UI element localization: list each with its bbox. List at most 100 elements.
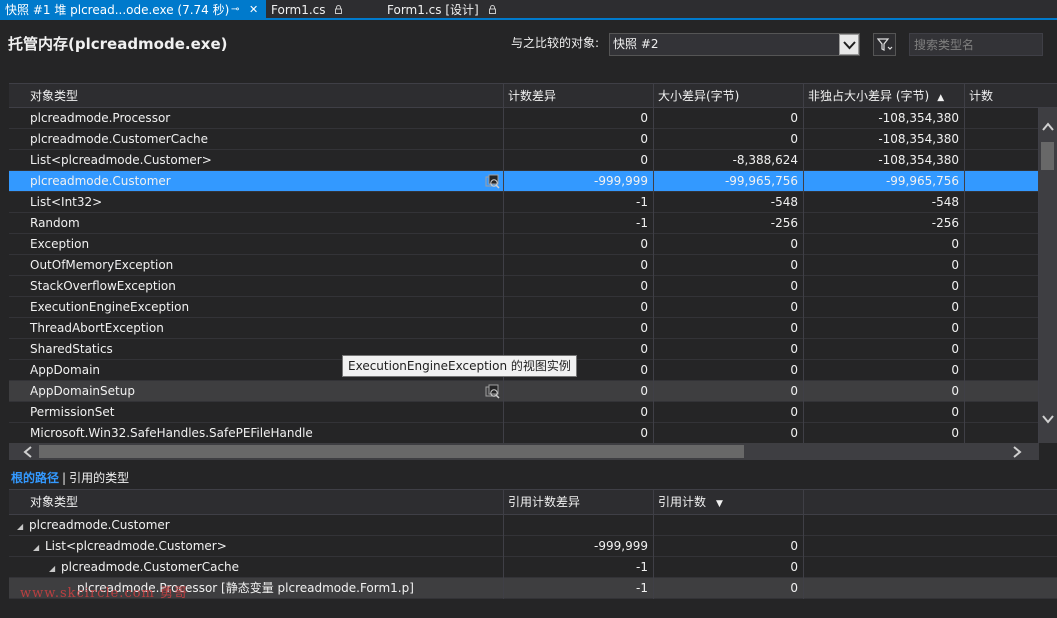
tab-separator: | [62, 471, 67, 485]
tree-row[interactable]: ◢ List<plcreadmode.Customer> -999,999 0 [9, 536, 1057, 557]
tab-form1-cs[interactable]: Form1.cs [266, 0, 382, 20]
tab-paths-to-root[interactable]: 根的路径 [11, 471, 59, 485]
table-row[interactable]: StackOverflowException 0 0 0 [9, 276, 1039, 297]
tree-row[interactable]: ◢ plcreadmode.Customer [9, 515, 1057, 536]
count-diff-cell: 0 [504, 297, 654, 318]
object-type-cell: ◢ plcreadmode.CustomerCache [9, 557, 504, 578]
count-cell [965, 402, 1039, 423]
close-icon[interactable]: ✕ [249, 0, 258, 20]
size-diff-cell: 0 [654, 360, 804, 381]
count-diff-cell: 0 [504, 150, 654, 171]
column-header-size-diff[interactable]: 大小差异(字节) [654, 84, 804, 108]
table-row[interactable]: Exception 0 0 0 [9, 234, 1039, 255]
count-diff-cell: 0 [504, 381, 654, 402]
expand-collapse-icon[interactable]: ◢ [17, 516, 29, 537]
column-header-object-type[interactable]: 对象类型 [9, 84, 504, 108]
tree-row[interactable]: ◢ plcreadmode.CustomerCache -1 0 [9, 557, 1057, 578]
table-row[interactable]: ThreadAbortException 0 0 0 [9, 318, 1039, 339]
object-type-cell: ExecutionEngineException [9, 297, 504, 318]
view-instances-icon[interactable] [485, 384, 500, 399]
horizontal-scrollbar[interactable] [9, 443, 1039, 460]
ref-count-diff-cell: -1 [504, 557, 654, 578]
tab-snapshot-label: 快照 #1 堆 plcread...ode.exe (7.74 秒) [5, 3, 230, 17]
inclusive-size-diff-cell: -108,354,380 [804, 108, 965, 129]
size-diff-cell: -548 [654, 192, 804, 213]
table-row[interactable]: plcreadmode.Processor 0 0 -108,354,380 [9, 108, 1039, 129]
vertical-scroll-thumb[interactable] [1041, 142, 1054, 170]
table-row[interactable]: plcreadmode.CustomerCache 0 0 -108,354,380 [9, 129, 1039, 150]
count-cell [965, 171, 1039, 192]
empty-cell [804, 578, 1057, 599]
inclusive-size-diff-cell: 0 [804, 402, 965, 423]
column-header-inclusive-size-diff[interactable]: 非独占大小差异 (字节) ▲ [804, 84, 965, 108]
filter-button[interactable] [873, 33, 896, 56]
size-diff-cell: -256 [654, 213, 804, 234]
inclusive-size-diff-cell: -99,965,756 [804, 171, 965, 192]
tab-form1-design[interactable]: Form1.cs [设计] [382, 0, 512, 20]
inclusive-size-diff-cell: 0 [804, 339, 965, 360]
table-row[interactable]: plcreadmode.Customer -999,999 -99,965,756-… [9, 171, 1039, 192]
table-row[interactable]: PermissionSet 0 0 0 [9, 402, 1039, 423]
column-header-count[interactable]: 计数 [965, 84, 1057, 108]
count-cell [965, 108, 1039, 129]
filter-icon [877, 38, 893, 51]
empty-cell [804, 536, 1057, 557]
table-row[interactable]: AppDomainSetup 0 0 0 [9, 381, 1039, 402]
count-diff-cell: -1 [504, 213, 654, 234]
table-row[interactable]: Microsoft.Win32.SafeHandles.SafePEFileHa… [9, 423, 1039, 444]
table-row[interactable]: List<plcreadmode.Customer> 0 -8,388,624 -10… [9, 150, 1039, 171]
inclusive-size-diff-cell: 0 [804, 255, 965, 276]
count-diff-cell: 0 [504, 423, 654, 444]
count-cell [965, 255, 1039, 276]
inclusive-size-diff-cell: -548 [804, 192, 965, 213]
count-cell [965, 234, 1039, 255]
column-header-count-diff[interactable]: 计数差异 [504, 84, 654, 108]
vertical-scrollbar[interactable] [1039, 108, 1057, 443]
count-diff-cell: -1 [504, 192, 654, 213]
count-cell [965, 381, 1039, 402]
instances-tooltip: ExecutionEngineException 的视图实例 [342, 355, 577, 377]
view-instances-icon[interactable] [485, 174, 500, 189]
expand-collapse-icon[interactable]: ◢ [49, 558, 61, 579]
scroll-right-icon[interactable] [1012, 446, 1022, 458]
inclusive-size-diff-cell: 0 [804, 297, 965, 318]
object-type-label: plcreadmode.CustomerCache [61, 560, 240, 574]
pin-icon[interactable]: ⊸ [231, 0, 239, 20]
count-diff-cell: 0 [504, 276, 654, 297]
chevron-down-icon[interactable] [839, 34, 859, 55]
table-row[interactable]: ExecutionEngineException 0 0 0 [9, 297, 1039, 318]
bottom-pane-tabs: 根的路径 | 引用的类型 [11, 469, 129, 486]
tab-snapshot[interactable]: 快照 #1 堆 plcread...ode.exe (7.74 秒) ⊸ ✕ [0, 0, 266, 20]
count-diff-cell: 0 [504, 402, 654, 423]
table-row[interactable]: List<Int32> -1 -548 -548 [9, 192, 1039, 213]
object-type-cell: ◢ plcreadmode.Customer [9, 515, 504, 536]
ref-count-cell: 0 [654, 536, 804, 557]
object-type-cell: ThreadAbortException [9, 318, 504, 339]
column-header-ref-count[interactable]: 引用计数 ▼ [654, 490, 804, 515]
size-diff-cell: 0 [654, 297, 804, 318]
count-cell [965, 297, 1039, 318]
tab-referenced-types[interactable]: 引用的类型 [69, 471, 129, 485]
table-row[interactable]: OutOfMemoryException 0 0 0 [9, 255, 1039, 276]
column-header-ref-count-label: 引用计数 [658, 495, 707, 509]
scroll-down-icon[interactable] [1042, 414, 1054, 424]
count-diff-cell: 0 [504, 129, 654, 150]
horizontal-scroll-thumb[interactable] [39, 445, 744, 458]
compare-snapshot-value: 快照 #2 [613, 37, 659, 51]
count-cell [965, 318, 1039, 339]
size-diff-cell: 0 [654, 255, 804, 276]
column-header-object-type[interactable]: 对象类型 [9, 490, 504, 515]
inclusive-size-diff-cell: 0 [804, 234, 965, 255]
expand-collapse-icon[interactable]: ◢ [33, 537, 45, 558]
search-type-input[interactable] [909, 33, 1043, 56]
column-header-ref-count-diff[interactable]: 引用计数差异 [504, 490, 654, 515]
compare-snapshot-dropdown[interactable]: 快照 #2 [609, 33, 860, 56]
sort-descending-icon: ▼ [716, 499, 723, 509]
scroll-up-icon[interactable] [1042, 122, 1054, 132]
table-row[interactable]: Random -1 -256 -256 [9, 213, 1039, 234]
watermark: www.skcircle.com 勇哥 [20, 586, 189, 601]
scroll-left-icon[interactable] [23, 446, 33, 458]
count-cell [965, 213, 1039, 234]
size-diff-cell: 0 [654, 402, 804, 423]
object-type-cell: plcreadmode.CustomerCache [9, 129, 504, 150]
